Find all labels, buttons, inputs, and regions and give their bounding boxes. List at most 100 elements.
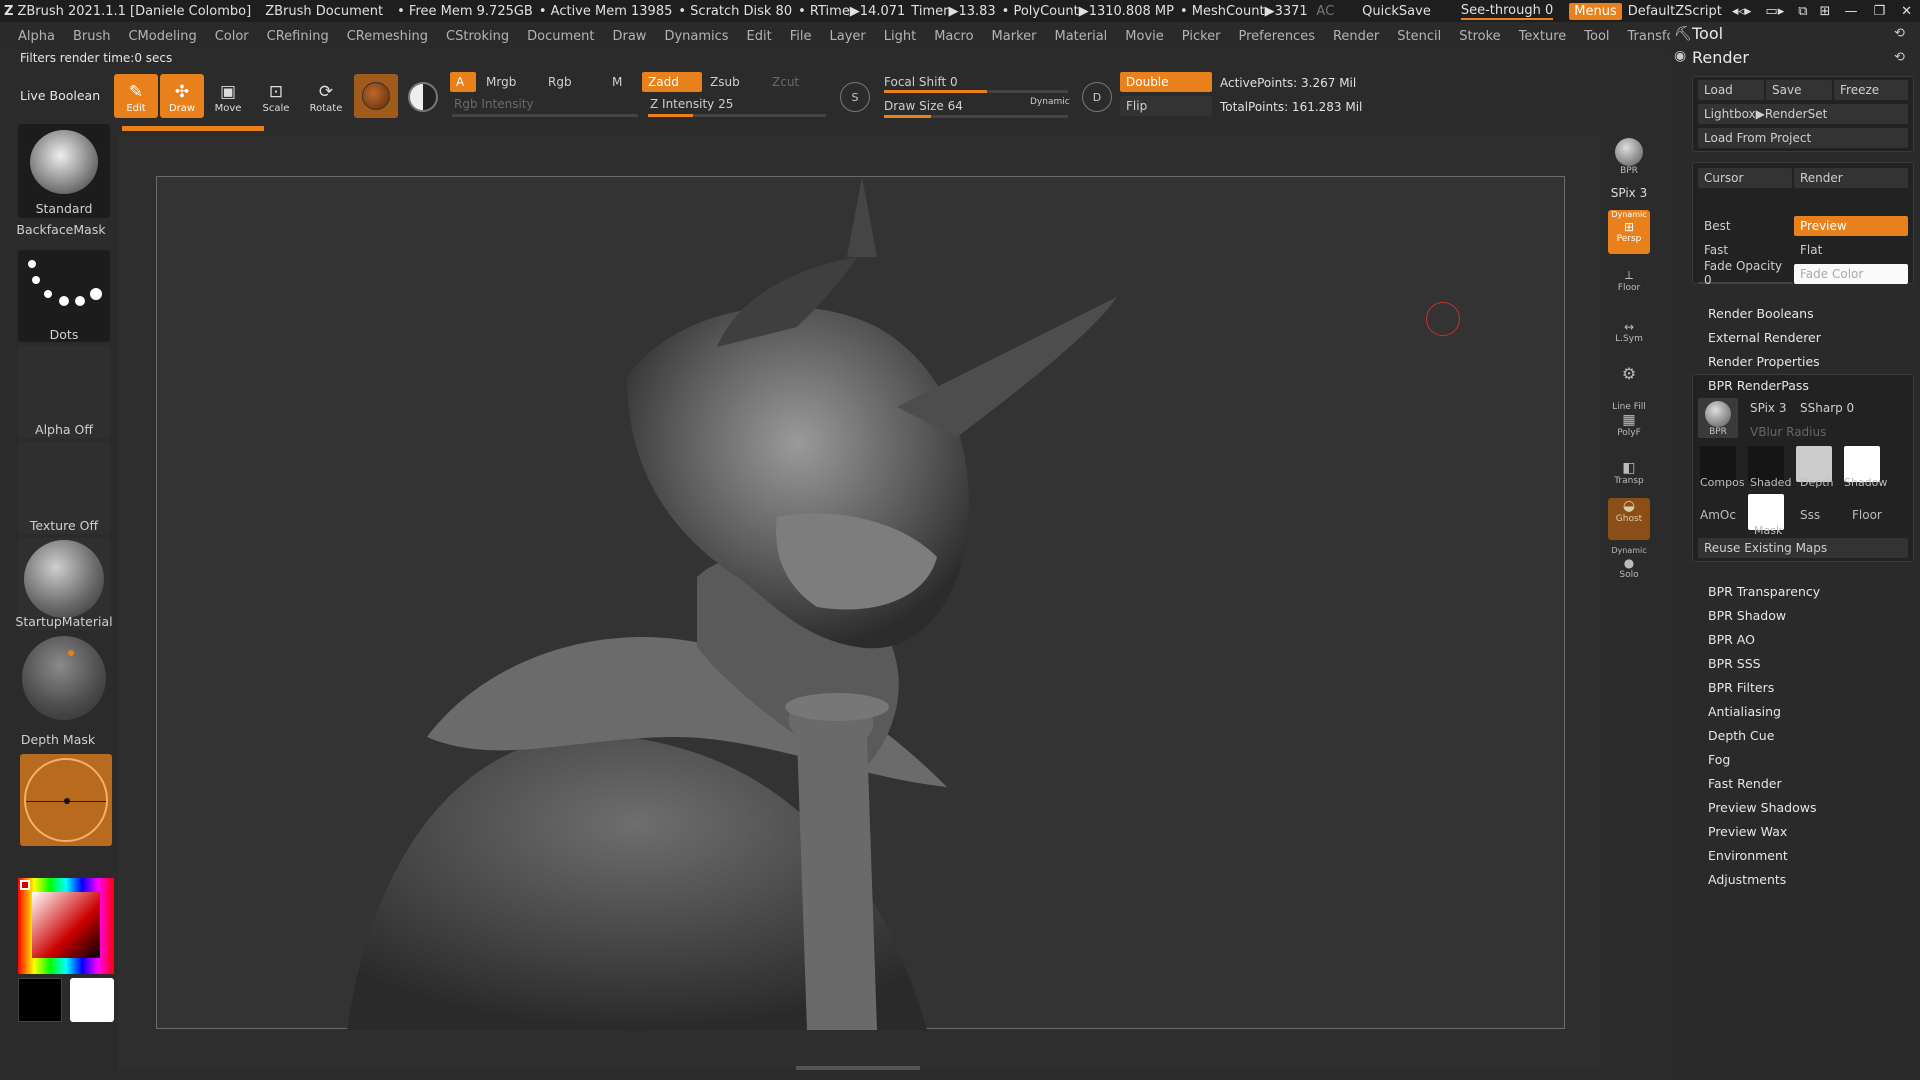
bpr-button[interactable]: BPR bbox=[1608, 136, 1650, 176]
mrgb-toggle[interactable]: Mrgb bbox=[480, 72, 540, 92]
menu-edit[interactable]: Edit bbox=[747, 29, 772, 44]
zadd-toggle[interactable]: Zadd bbox=[642, 72, 702, 92]
fast-button[interactable]: Fast bbox=[1698, 240, 1792, 260]
bottom-scroll-handle[interactable] bbox=[796, 1066, 920, 1070]
symmetry-icon[interactable]: D bbox=[1082, 82, 1112, 112]
rgb-intensity-track[interactable] bbox=[452, 114, 638, 117]
zsub-toggle[interactable]: Zsub bbox=[704, 72, 764, 92]
menu-stroke[interactable]: Stroke bbox=[1459, 29, 1500, 44]
depth-mask-sphere-icon[interactable] bbox=[22, 636, 106, 720]
menu-alpha[interactable]: Alpha bbox=[18, 29, 55, 44]
menu-crefining[interactable]: CRefining bbox=[267, 29, 329, 44]
secondary-color-swatch[interactable] bbox=[70, 978, 114, 1022]
document-frame[interactable] bbox=[156, 176, 1565, 1030]
rgb-intensity-slider[interactable]: Rgb Intensity bbox=[448, 94, 638, 114]
gizmo-widget[interactable] bbox=[20, 754, 112, 846]
draw-size-track[interactable] bbox=[884, 115, 1068, 118]
render-item-preview-wax[interactable]: Preview Wax bbox=[1708, 824, 1787, 839]
draw-button[interactable]: ✣ Draw bbox=[160, 74, 204, 118]
m-toggle[interactable]: M bbox=[606, 72, 632, 92]
render-item-bpr-sss[interactable]: BPR SSS bbox=[1708, 656, 1761, 671]
render-booleans-item[interactable]: Render Booleans bbox=[1708, 306, 1814, 321]
render-item-bpr-filters[interactable]: BPR Filters bbox=[1708, 680, 1774, 695]
live-boolean-button[interactable]: Live Boolean bbox=[20, 88, 100, 103]
menus-toggle[interactable]: Menus bbox=[1569, 2, 1622, 20]
z-intensity-track[interactable] bbox=[648, 114, 826, 117]
menu-tool[interactable]: Tool bbox=[1584, 29, 1609, 44]
dynamic-toggle[interactable]: Dynamic bbox=[1030, 97, 1070, 107]
move-button[interactable]: ▣ Move bbox=[206, 74, 250, 118]
a-toggle[interactable]: A bbox=[450, 72, 476, 92]
menu-layer[interactable]: Layer bbox=[830, 29, 866, 44]
layout-arrows-icon[interactable]: ◂◃▸ bbox=[1732, 4, 1752, 19]
menu-marker[interactable]: Marker bbox=[992, 29, 1037, 44]
render-item-bpr-shadow[interactable]: BPR Shadow bbox=[1708, 608, 1786, 623]
ghost-button[interactable]: ◒ Ghost bbox=[1608, 498, 1650, 540]
tool-reset-icon[interactable]: ⟲ bbox=[1894, 26, 1905, 41]
layout-toggle-icon[interactable]: ▭▸ bbox=[1765, 4, 1784, 19]
freeze-button[interactable]: Freeze bbox=[1834, 80, 1908, 100]
default-zscript-button[interactable]: DefaultZScript bbox=[1628, 4, 1722, 19]
menu-stencil[interactable]: Stencil bbox=[1397, 29, 1441, 44]
preview-button[interactable]: Preview bbox=[1794, 216, 1908, 236]
menu-movie[interactable]: Movie bbox=[1125, 29, 1163, 44]
render-item-adjustments[interactable]: Adjustments bbox=[1708, 872, 1786, 887]
best-button[interactable]: Best bbox=[1698, 216, 1792, 236]
ssharp-slider[interactable]: SSharp 0 bbox=[1794, 398, 1904, 418]
external-renderer-item[interactable]: External Renderer bbox=[1708, 330, 1821, 345]
bpr-render-button[interactable]: BPR bbox=[1698, 398, 1738, 438]
render-reset-icon[interactable]: ⟲ bbox=[1894, 50, 1905, 65]
render-item-bpr-ao[interactable]: BPR AO bbox=[1708, 632, 1755, 647]
render-properties-item[interactable]: Render Properties bbox=[1708, 354, 1820, 369]
rgb-toggle[interactable]: Rgb bbox=[542, 72, 602, 92]
close-icon[interactable]: ✕ bbox=[1901, 4, 1912, 19]
flat-button[interactable]: Flat bbox=[1794, 240, 1908, 260]
render-item-fog[interactable]: Fog bbox=[1708, 752, 1730, 767]
vblur-radius-slider[interactable]: VBlur Radius bbox=[1744, 422, 1908, 442]
quicksave-button[interactable]: QuickSave bbox=[1362, 4, 1431, 19]
floor-button[interactable]: ⟂ Floor bbox=[1608, 268, 1650, 293]
menu-dynamics[interactable]: Dynamics bbox=[664, 29, 728, 44]
sss-label[interactable]: Sss bbox=[1800, 508, 1820, 522]
fade-opacity-slider[interactable]: Fade Opacity 0 bbox=[1698, 259, 1792, 287]
minimize-icon[interactable]: — bbox=[1844, 4, 1857, 19]
canvas-viewport[interactable] bbox=[118, 136, 1600, 1070]
material-swatch-button[interactable] bbox=[354, 74, 398, 118]
floor-pass-label[interactable]: Floor bbox=[1852, 508, 1882, 522]
focal-shift-track[interactable] bbox=[884, 90, 1068, 93]
menu-material[interactable]: Material bbox=[1054, 29, 1107, 44]
solo-button[interactable]: Dynamic ● Solo bbox=[1608, 546, 1650, 580]
amoc-label[interactable]: AmOc bbox=[1700, 508, 1736, 522]
menu-preferences[interactable]: Preferences bbox=[1239, 29, 1315, 44]
gyro-button[interactable]: ⚙ bbox=[1608, 364, 1650, 383]
menu-picker[interactable]: Picker bbox=[1182, 29, 1221, 44]
z-intensity-slider[interactable]: Z Intensity 25 bbox=[644, 94, 824, 114]
render-item-bpr-transparency[interactable]: BPR Transparency bbox=[1708, 584, 1820, 599]
menu-cremeshing[interactable]: CRemeshing bbox=[347, 29, 428, 44]
spix-slider[interactable]: SPix 3 bbox=[1608, 186, 1650, 200]
load-from-project-button[interactable]: Load From Project bbox=[1698, 128, 1908, 148]
render-item-fast-render[interactable]: Fast Render bbox=[1708, 776, 1782, 791]
render-item-depth-cue[interactable]: Depth Cue bbox=[1708, 728, 1774, 743]
backface-mask-toggle[interactable]: BackfaceMask bbox=[0, 222, 122, 237]
menu-file[interactable]: File bbox=[790, 29, 812, 44]
menu-cmodeling[interactable]: CModeling bbox=[128, 29, 196, 44]
load-button[interactable]: Load bbox=[1698, 80, 1764, 100]
render-item-antialiasing[interactable]: Antialiasing bbox=[1708, 704, 1781, 719]
rotate-button[interactable]: ⟳ Rotate bbox=[304, 74, 348, 118]
see-through-slider[interactable]: See-through 0 bbox=[1460, 3, 1554, 20]
primary-color-swatch[interactable] bbox=[18, 978, 62, 1022]
render-item-environment[interactable]: Environment bbox=[1708, 848, 1788, 863]
scale-button[interactable]: ⊡ Scale bbox=[254, 74, 298, 118]
render-item-preview-shadows[interactable]: Preview Shadows bbox=[1708, 800, 1816, 815]
window-layout-icon[interactable]: ⧉ bbox=[1798, 4, 1807, 19]
lazy-mouse-icon[interactable]: S bbox=[840, 82, 870, 112]
fade-color-swatch[interactable]: Fade Color bbox=[1794, 264, 1908, 284]
menu-cstroking[interactable]: CStroking bbox=[446, 29, 509, 44]
render-button[interactable]: Render bbox=[1794, 168, 1908, 188]
color-picker-square[interactable] bbox=[32, 892, 100, 958]
menu-draw[interactable]: Draw bbox=[612, 29, 646, 44]
lightbox-renderset-button[interactable]: Lightbox▶RenderSet bbox=[1698, 104, 1908, 124]
menu-light[interactable]: Light bbox=[884, 29, 916, 44]
restore-icon[interactable]: ❐ bbox=[1873, 4, 1885, 19]
